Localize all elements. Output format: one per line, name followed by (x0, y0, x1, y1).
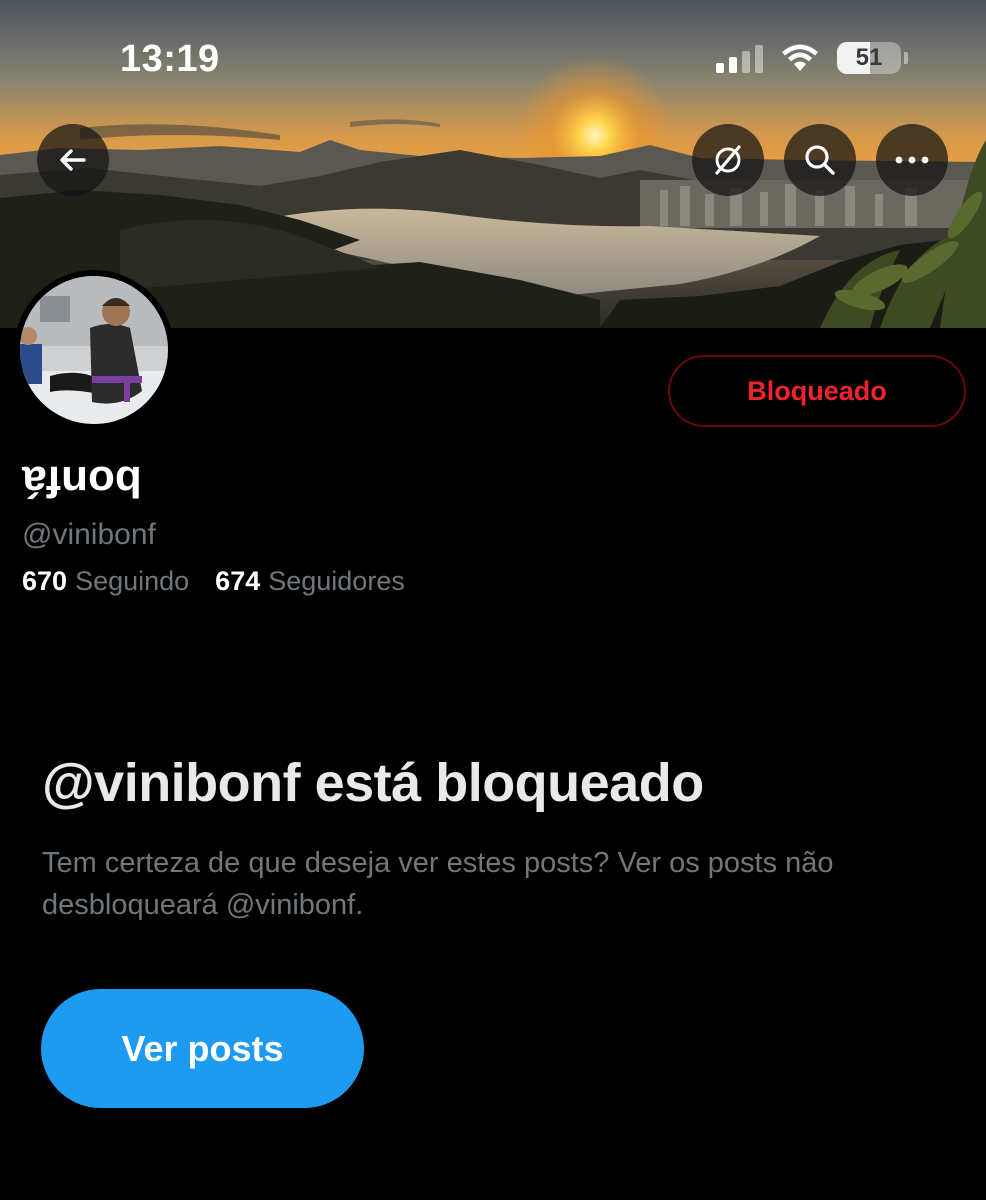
arrow-left-icon (60, 149, 86, 171)
cellular-signal-icon (716, 43, 763, 73)
blocked-description: Tem certeza de que deseja ver estes post… (42, 847, 834, 921)
status-time: 13:19 (120, 38, 220, 80)
battery-level: 51 (855, 44, 883, 71)
search-icon (805, 145, 835, 175)
view-posts-button[interactable]: Ver posts (41, 989, 364, 1108)
avatar-image (20, 276, 168, 424)
followers-label: Seguidores (268, 566, 405, 596)
back-button[interactable] (37, 124, 109, 196)
grok-icon (715, 145, 741, 175)
followers-count: 674 (215, 566, 261, 596)
follow-stats: 670 Seguindo 674 Seguidores (22, 566, 405, 597)
username-handle: @vinibonf (22, 518, 156, 551)
grok-button[interactable] (692, 124, 764, 196)
battery-icon: 51 (837, 42, 908, 74)
more-horizontal-icon (895, 156, 929, 164)
status-icons: 51 (716, 40, 908, 76)
blocked-button[interactable]: Bloqueado (668, 355, 966, 427)
display-name: bonfá (22, 457, 142, 506)
wifi-icon (782, 44, 818, 71)
following-count: 670 (22, 566, 68, 596)
blocked-title: @vinibonf está bloqueado (42, 753, 704, 813)
following-label: Seguindo (75, 566, 190, 596)
followers-link[interactable]: 674 Seguidores (215, 566, 405, 597)
avatar[interactable] (14, 270, 174, 430)
following-link[interactable]: 670 Seguindo (22, 566, 189, 597)
more-button[interactable] (876, 124, 948, 196)
search-button[interactable] (784, 124, 856, 196)
